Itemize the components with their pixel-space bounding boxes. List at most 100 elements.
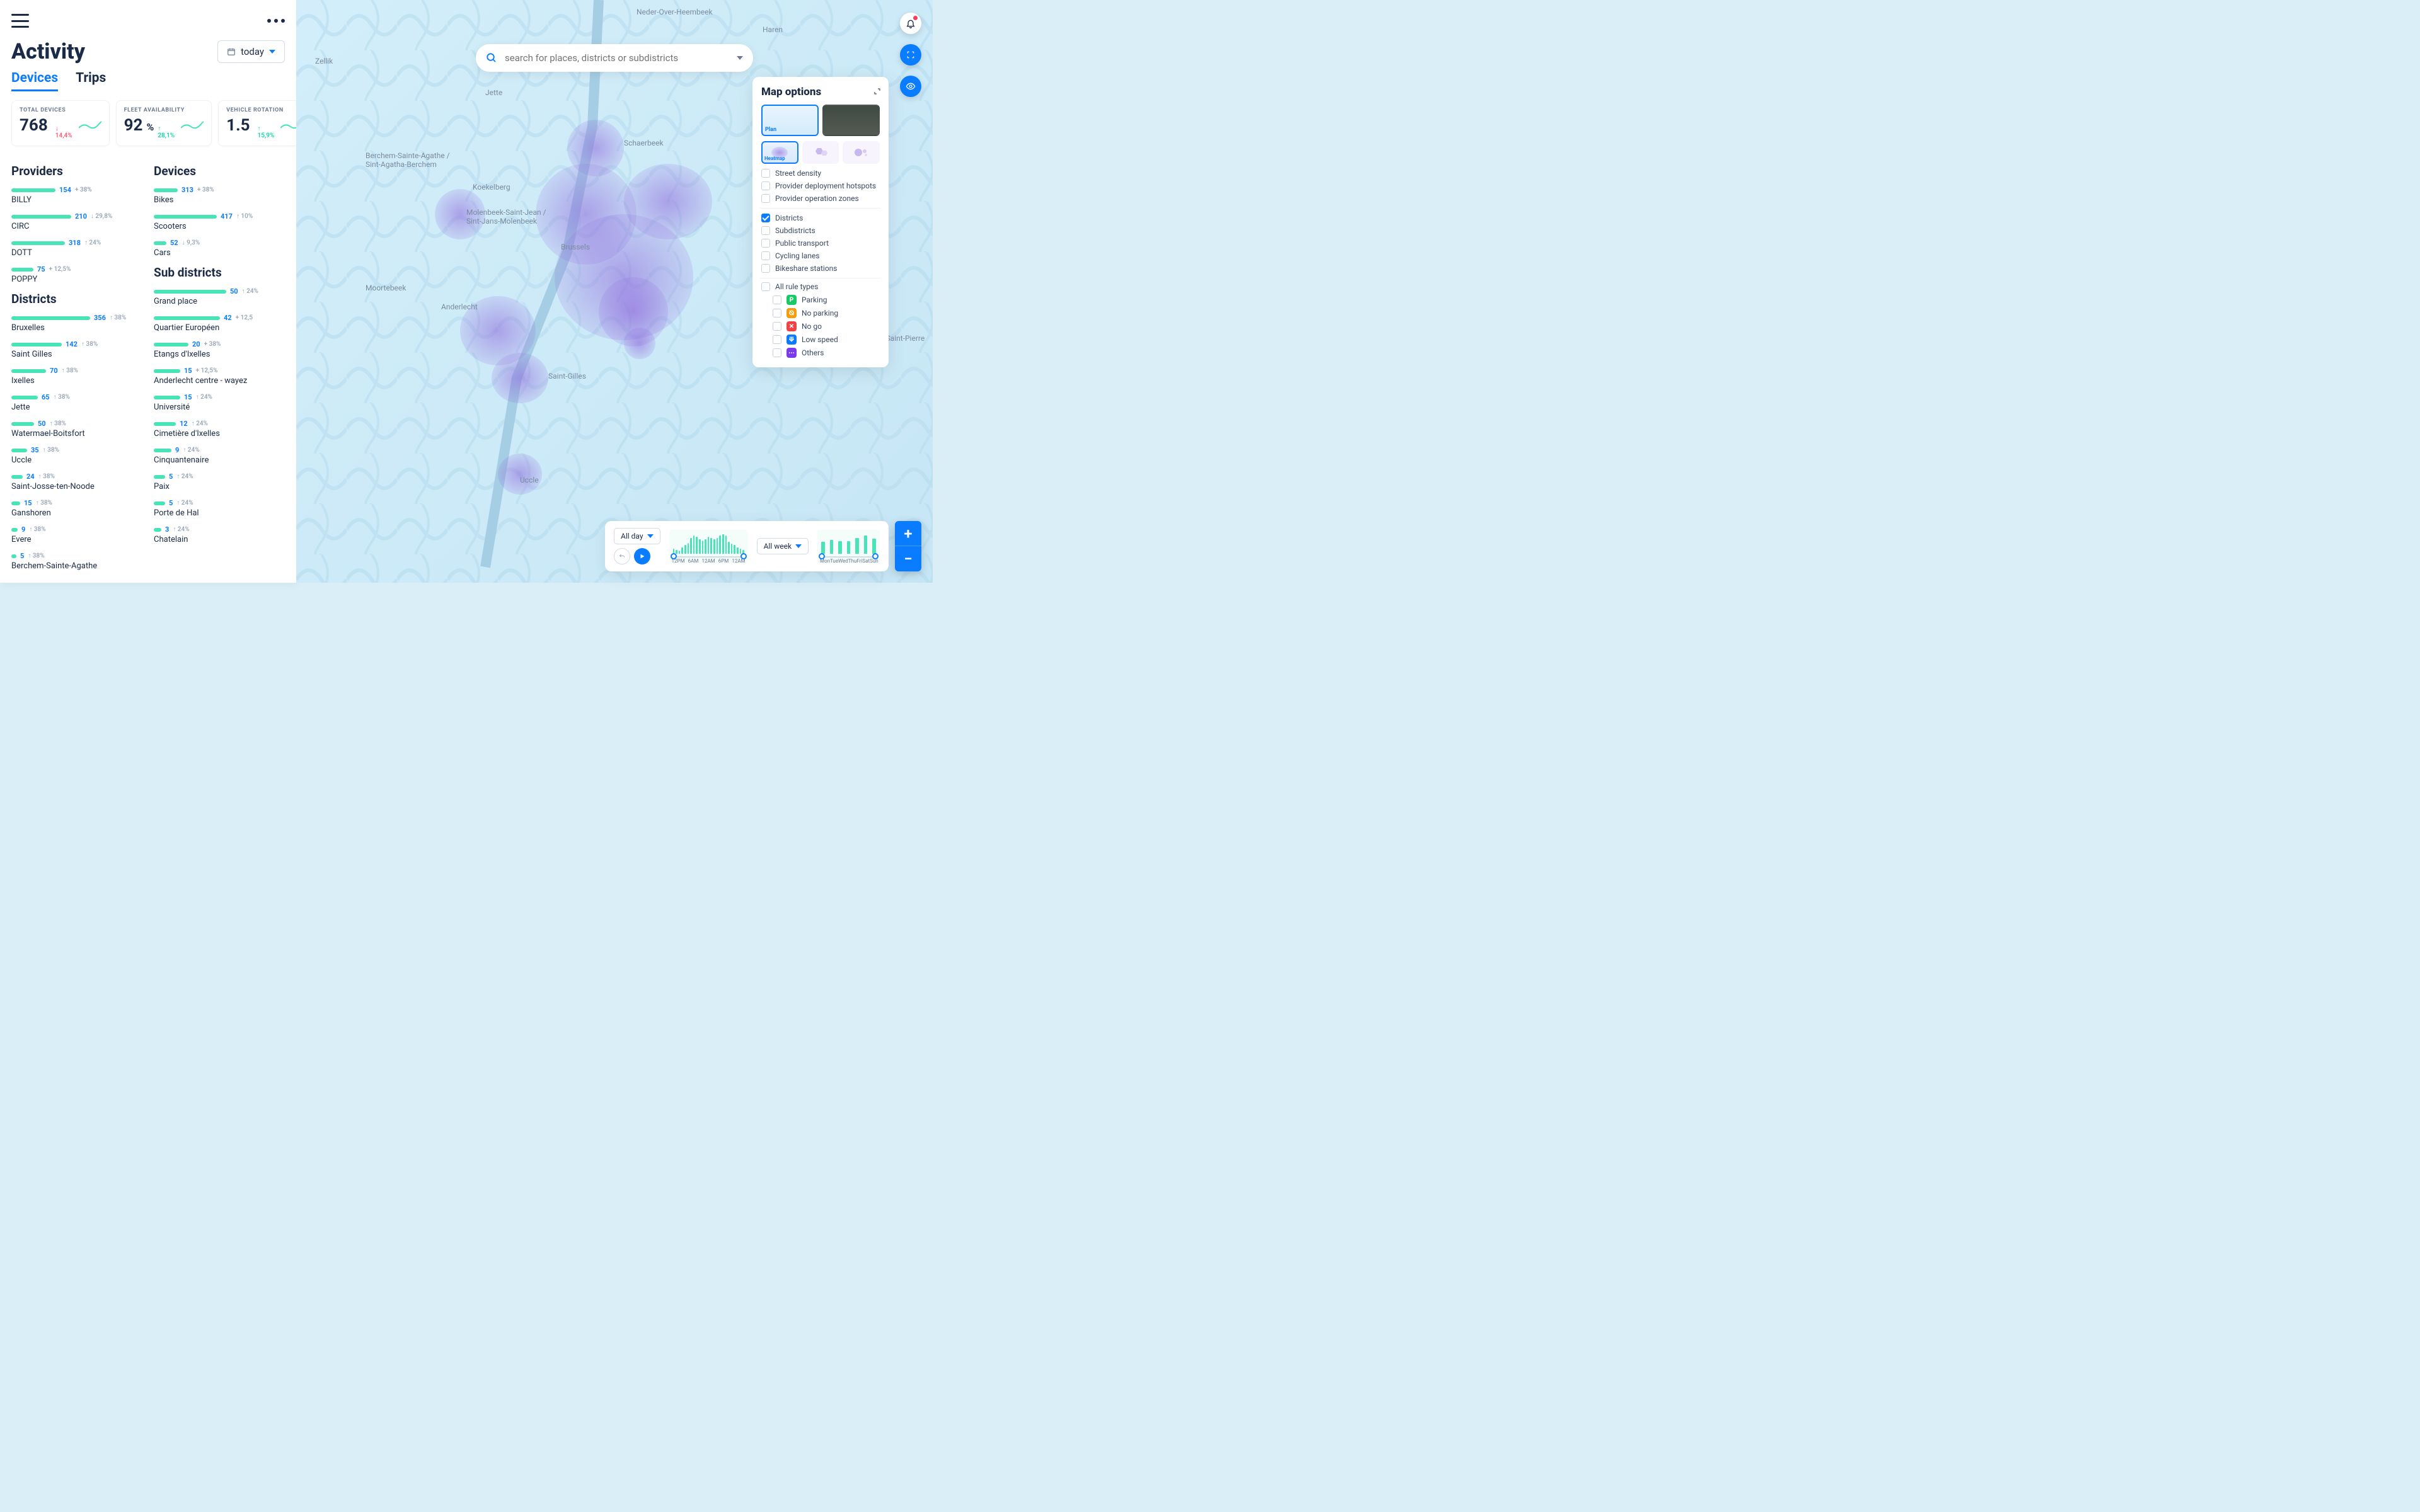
checkbox-row[interactable]: Districts: [761, 214, 880, 222]
map-view-bubble[interactable]: [843, 141, 880, 164]
bar-icon: [154, 316, 220, 320]
rewind-button[interactable]: [614, 548, 630, 564]
checkbox-icon: [761, 194, 770, 203]
checkbox-row[interactable]: Provider deployment hotspots: [761, 181, 880, 190]
expand-button[interactable]: [873, 86, 881, 98]
list-item[interactable]: 15 ↑ 38% Ganshoren: [11, 499, 142, 518]
list-item-count: 9: [175, 446, 179, 454]
list-item[interactable]: 75 + 12,5% POPPY: [11, 265, 142, 284]
checkbox-row[interactable]: Subdistricts: [761, 226, 880, 235]
list-item[interactable]: 42 + 12,5 Quartier Européen: [154, 314, 285, 333]
list-item[interactable]: 9 ↑ 24% Cinquantenaire: [154, 446, 285, 465]
map-view-heatmap[interactable]: Heatmap: [761, 141, 798, 164]
list-item[interactable]: 52 ↓ 9,3% Cars: [154, 239, 285, 258]
section-providers: Providers: [11, 164, 142, 178]
kpi-card[interactable]: TOTAL DEVICES 768 ↓ 14,4%: [11, 100, 110, 146]
checkbox-row[interactable]: Cycling lanes: [761, 251, 880, 260]
list-item[interactable]: 70 ↑ 38% Ixelles: [11, 367, 142, 386]
more-button[interactable]: [267, 19, 285, 23]
checkbox-row[interactable]: Street density: [761, 169, 880, 178]
tab-trips[interactable]: Trips: [76, 71, 106, 91]
list-item[interactable]: 15 + 12,5% Anderlecht centre - wayez: [154, 367, 285, 386]
list-item-delta: ↓ 9,3%: [182, 239, 200, 246]
list-item[interactable]: 15 ↑ 24% Université: [154, 393, 285, 412]
checkbox-row[interactable]: Public transport: [761, 239, 880, 248]
list-item-count: 65: [42, 393, 50, 401]
list-item[interactable]: 318 ↑ 24% DOTT: [11, 239, 142, 258]
list-item[interactable]: 5 ↑ 24% Paix: [154, 472, 285, 491]
list-item[interactable]: 65 ↑ 38% Jette: [11, 393, 142, 412]
map-search[interactable]: [476, 44, 753, 72]
zoom-out-button[interactable]: −: [895, 546, 921, 571]
chevron-down-icon: [737, 56, 743, 60]
time-day-dropdown[interactable]: All day: [614, 528, 660, 544]
rule-icon: ⟱: [786, 335, 797, 345]
rules-all[interactable]: All rule types: [761, 282, 880, 291]
date-range-dropdown[interactable]: today: [217, 40, 285, 63]
list-item-delta: + 12,5%: [196, 367, 218, 374]
list-item[interactable]: 20 + 38% Etangs d'Ixelles: [154, 340, 285, 359]
list-item-name: Chatelain: [154, 535, 285, 544]
bar-icon: [11, 554, 16, 558]
list-item-count: 5: [169, 499, 173, 507]
list-item-name: Bruxelles: [11, 323, 142, 333]
time-week-dropdown[interactable]: All week: [757, 538, 809, 554]
list-item-name: Quartier Européen: [154, 323, 285, 333]
hourly-histogram[interactable]: 12PM6AM12AM6PM12AM: [669, 530, 748, 563]
list-item[interactable]: 154 + 38% BILLY: [11, 186, 142, 205]
list-item[interactable]: 5 ↑ 38% Berchem-Sainte-Agathe: [11, 552, 142, 571]
checkbox-row[interactable]: Provider operation zones: [761, 194, 880, 203]
bar-icon: [154, 215, 217, 219]
list-item[interactable]: 417 ↑ 10% Scooters: [154, 212, 285, 231]
list-item-delta: ↑ 38%: [50, 420, 66, 427]
bar-icon: [154, 396, 180, 399]
list-item[interactable]: 142 ↑ 38% Saint Gilles: [11, 340, 142, 359]
map-canvas[interactable]: Neder-Over-HeembeekHarenZellikJetteBerch…: [296, 0, 933, 583]
list-item[interactable]: 313 + 38% Bikes: [154, 186, 285, 205]
rule-label: Others: [802, 348, 824, 357]
zoom-in-button[interactable]: +: [895, 521, 921, 546]
map-style-satellite[interactable]: [822, 105, 880, 136]
list-item-name: Grand place: [154, 297, 285, 306]
list-item-name: Saint-Josse-ten-Noode: [11, 482, 142, 491]
play-button[interactable]: [634, 548, 650, 564]
bar-icon: [154, 343, 188, 346]
focus-button[interactable]: [900, 44, 921, 66]
bar-icon: [154, 528, 161, 532]
notifications-button[interactable]: [900, 13, 921, 34]
list-item-count: 20: [192, 340, 200, 348]
kpi-value: 768: [20, 116, 48, 135]
bar-icon: [11, 369, 46, 373]
list-item[interactable]: 356 ↑ 38% Bruxelles: [11, 314, 142, 333]
map-search-input[interactable]: [505, 52, 729, 64]
list-item[interactable]: 12 ↑ 24% Cimetière d'Ixelles: [154, 420, 285, 438]
list-item[interactable]: 3 ↑ 24% Chatelain: [154, 525, 285, 544]
tab-devices[interactable]: Devices: [11, 71, 58, 91]
map-view-hex[interactable]: [802, 141, 839, 164]
rules-all-label: All rule types: [775, 282, 818, 291]
rule-row[interactable]: ⦰No parking: [761, 308, 880, 318]
rule-row[interactable]: ✕No go: [761, 321, 880, 331]
list-item-count: 356: [94, 314, 106, 322]
checkbox-row[interactable]: Bikeshare stations: [761, 264, 880, 273]
list-item[interactable]: 50 ↑ 38% Watermael-Boitsfort: [11, 420, 142, 438]
list-item-name: Cinquantenaire: [154, 455, 285, 465]
kpi-card[interactable]: FLEET AVAILABILITY 92% ↑ 28,1%: [116, 100, 212, 146]
rule-row[interactable]: ⋯Others: [761, 348, 880, 358]
list-item[interactable]: 210 ↓ 29,8% CIRC: [11, 212, 142, 231]
list-item-name: POPPY: [11, 275, 142, 284]
visibility-button[interactable]: [900, 76, 921, 97]
list-item[interactable]: 5 ↑ 24% Porte de Hal: [154, 499, 285, 518]
list-item[interactable]: 9 ↑ 38% Evere: [11, 525, 142, 544]
map-style-plan[interactable]: Plan: [761, 105, 819, 136]
list-item[interactable]: 35 ↑ 38% Uccle: [11, 446, 142, 465]
weekly-histogram[interactable]: MonTueWedThuFriSatSun: [817, 530, 880, 563]
rule-icon: ⦰: [786, 308, 797, 318]
bar-icon: [11, 396, 38, 399]
rule-row[interactable]: ⟱Low speed: [761, 335, 880, 345]
menu-button[interactable]: [11, 14, 29, 28]
list-item[interactable]: 50 ↑ 24% Grand place: [154, 287, 285, 306]
kpi-card[interactable]: VEHICLE ROTATION 1.5 ↑ 15,9%: [218, 100, 296, 146]
rule-row[interactable]: PParking: [761, 295, 880, 305]
list-item[interactable]: 24 ↑ 38% Saint-Josse-ten-Noode: [11, 472, 142, 491]
